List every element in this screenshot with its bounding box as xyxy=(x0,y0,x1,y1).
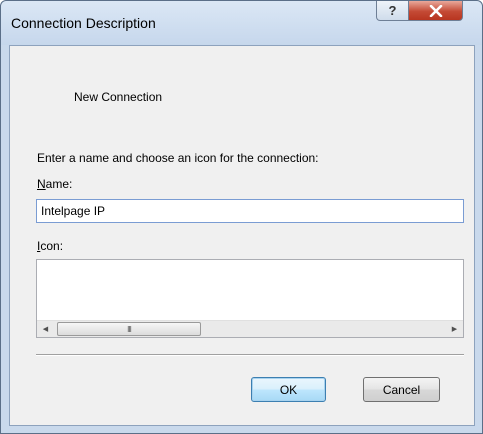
connection-name: New Connection xyxy=(74,90,163,104)
dialog-body: New Connection Enter a name and choose a… xyxy=(9,45,475,426)
close-icon xyxy=(429,4,442,17)
scroll-thumb-grip-icon: III xyxy=(127,324,132,334)
help-button[interactable]: ? xyxy=(376,1,409,21)
name-input[interactable] xyxy=(36,199,464,223)
close-button[interactable] xyxy=(408,1,463,21)
window-title: Connection Description xyxy=(11,15,156,31)
name-label: Name: xyxy=(37,177,72,191)
name-label-text: ame: xyxy=(45,177,73,191)
instruction-text: Enter a name and choose an icon for the … xyxy=(37,151,319,165)
horizontal-scrollbar[interactable]: ◀ III ▶ xyxy=(37,320,463,337)
help-icon: ? xyxy=(388,3,397,18)
icon-list[interactable]: ◀ III ▶ xyxy=(36,259,464,338)
separator xyxy=(36,354,464,356)
dialog-window: Connection Description ? New Connection … xyxy=(0,0,483,434)
icon-label: Icon: xyxy=(37,239,63,253)
cancel-button[interactable]: Cancel xyxy=(363,377,440,402)
ok-button[interactable]: OK xyxy=(251,377,326,402)
scroll-left-icon[interactable]: ◀ xyxy=(37,321,54,337)
scroll-thumb[interactable]: III xyxy=(57,322,201,336)
scroll-right-icon[interactable]: ▶ xyxy=(446,321,463,337)
icon-label-text: con: xyxy=(40,239,64,253)
name-label-mnemonic: N xyxy=(37,177,46,191)
